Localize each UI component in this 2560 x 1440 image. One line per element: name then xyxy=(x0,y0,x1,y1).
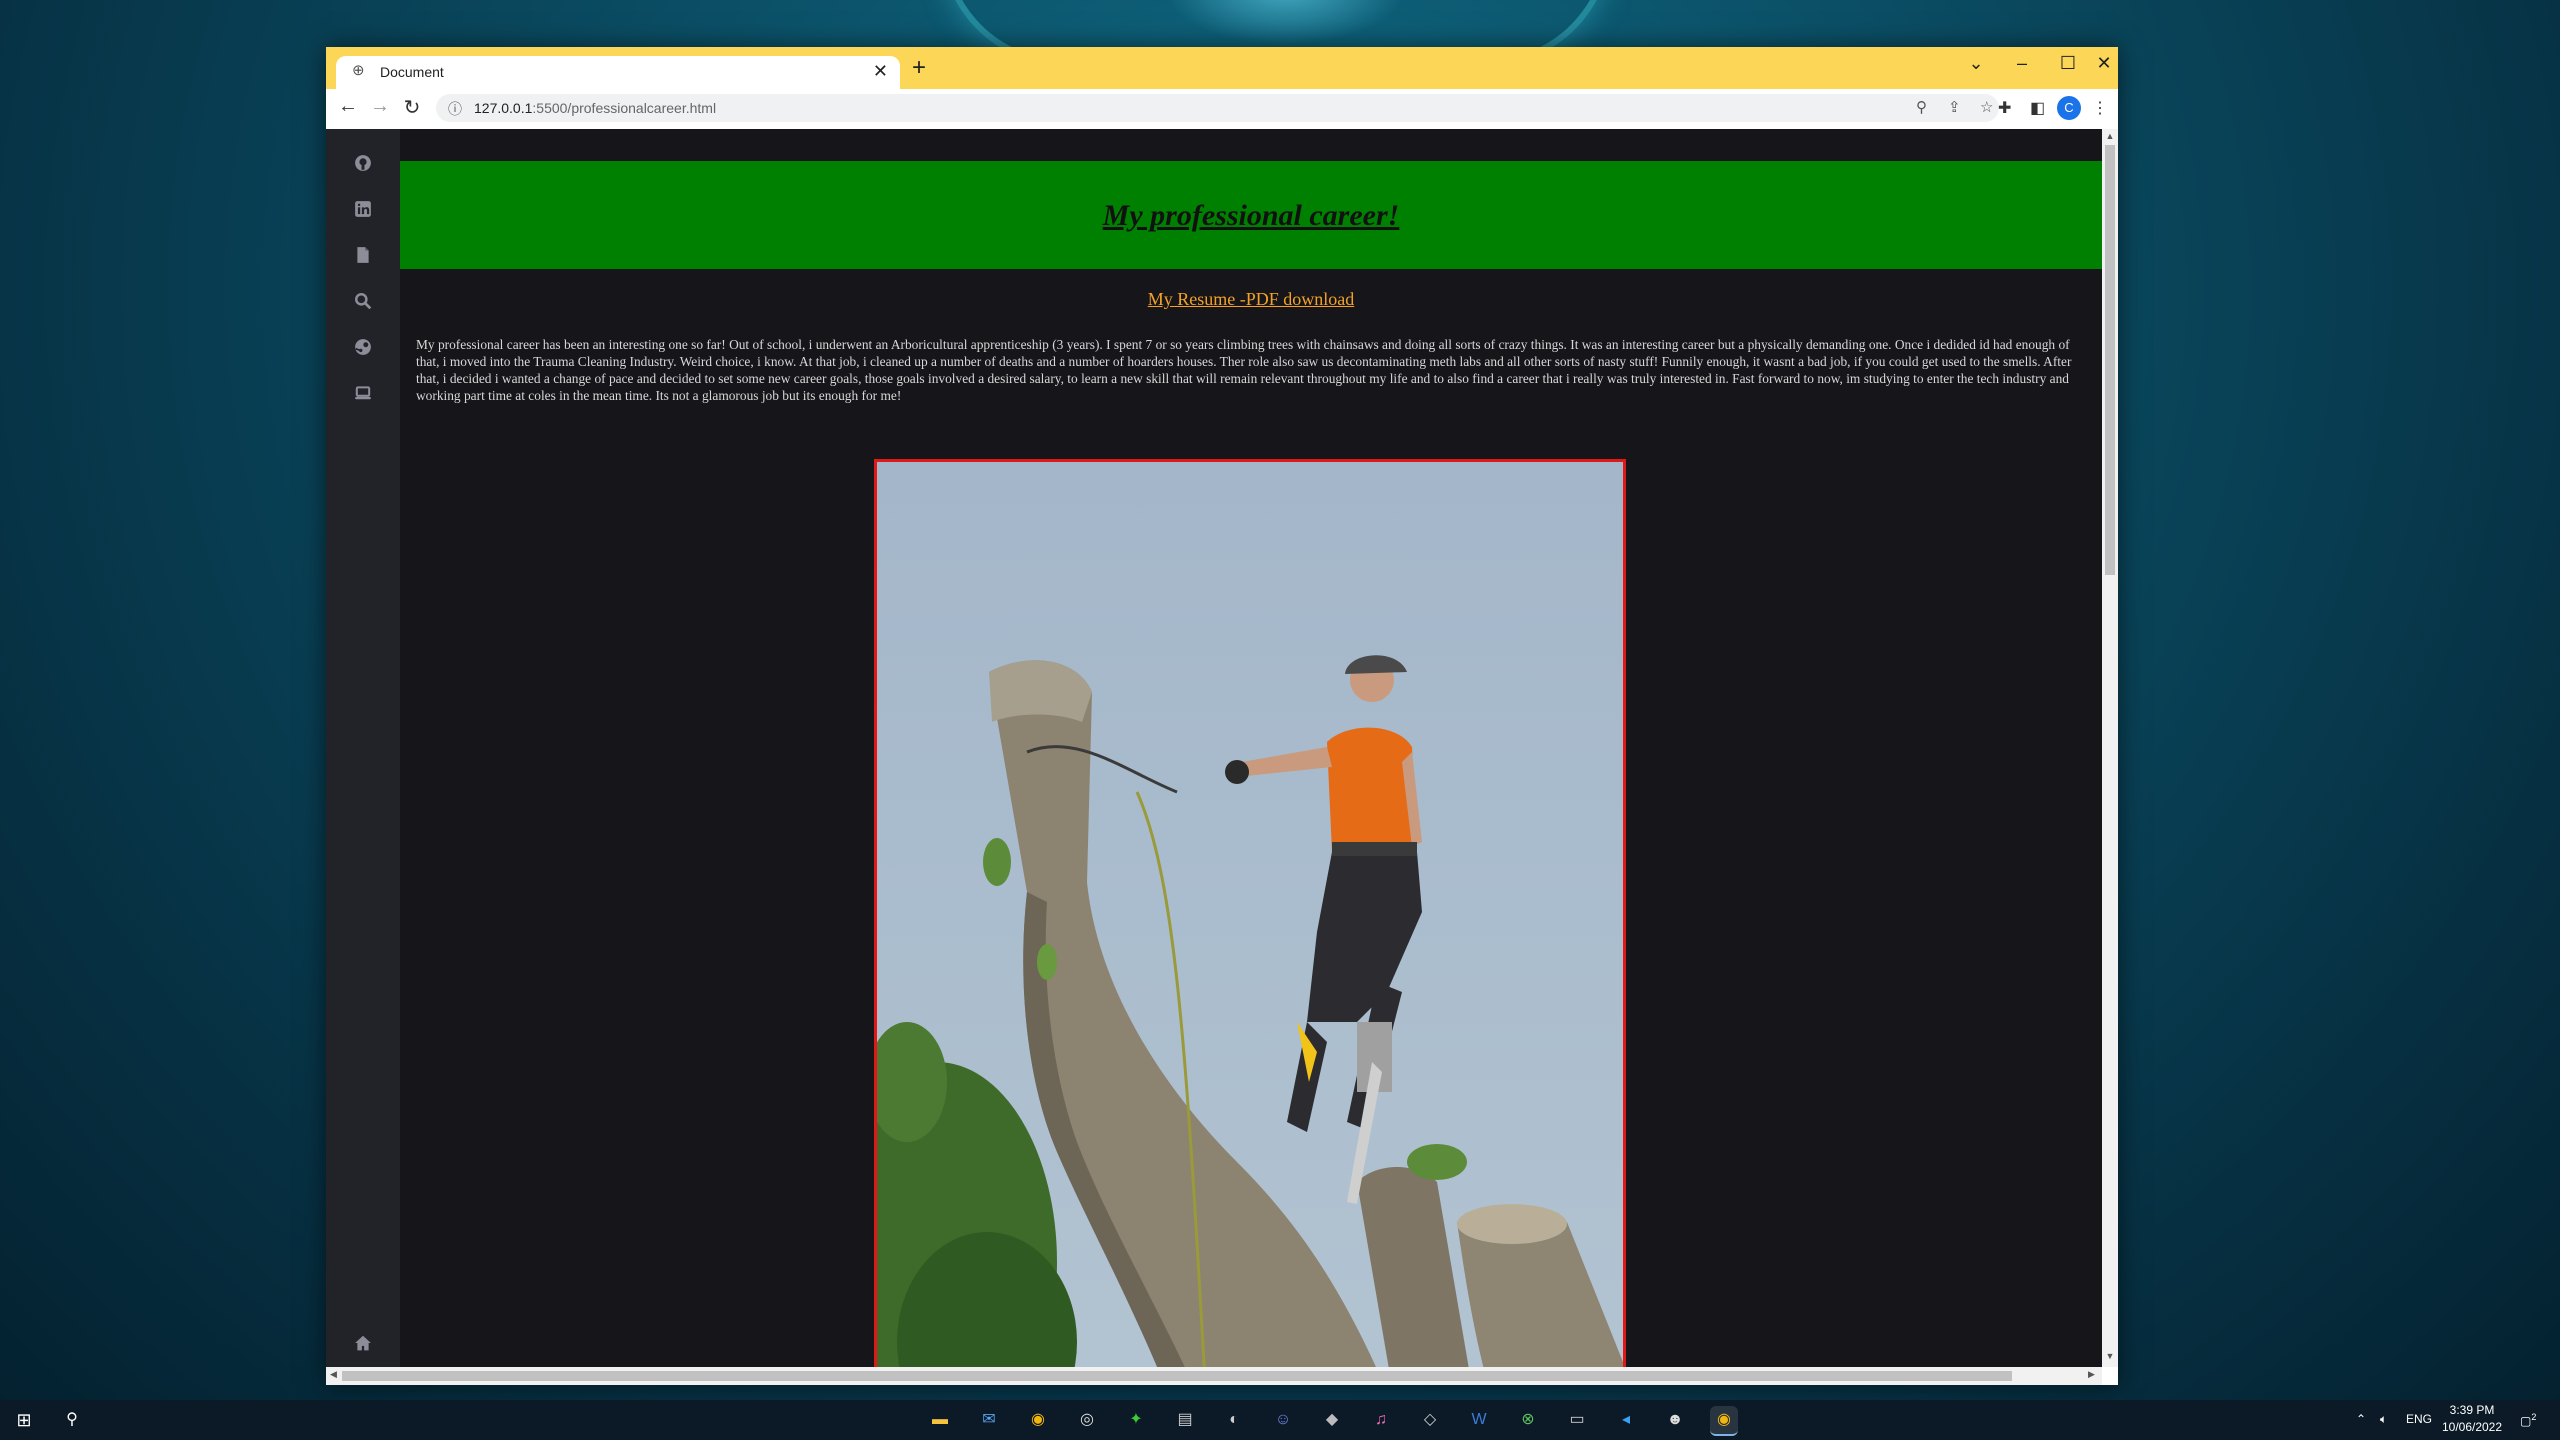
minimize-button[interactable]: – xyxy=(2002,53,2042,74)
page-content: My professional career! My Resume -PDF d… xyxy=(400,129,2102,1367)
arborist-photo xyxy=(874,459,1626,1367)
steam-icon[interactable] xyxy=(349,333,377,361)
ledger-icon[interactable]: ◇ xyxy=(1416,1406,1444,1434)
language-indicator[interactable]: ENG xyxy=(2406,1412,2432,1426)
maximize-button[interactable]: ☐ xyxy=(2048,53,2088,74)
page-title: My professional career! xyxy=(1102,199,1400,232)
volume-icon[interactable]: 🔈︎ xyxy=(2380,1412,2387,1427)
notification-center-icon[interactable]: ▢2 xyxy=(2520,1412,2536,1428)
extensions-icon[interactable]: ✚ xyxy=(1998,98,2011,118)
zoom-icon[interactable]: ⚲ xyxy=(1916,98,1927,116)
file-explorer-icon[interactable]: ▬ xyxy=(926,1406,954,1434)
search-icon[interactable] xyxy=(349,287,377,315)
scroll-down-icon[interactable]: ▼ xyxy=(2102,1351,2118,1361)
steam-taskbar-icon[interactable]: ◐ xyxy=(1220,1406,1248,1434)
close-window-button[interactable]: ✕ xyxy=(2094,53,2114,74)
emoji-app-icon[interactable]: ☻ xyxy=(1661,1406,1689,1434)
globe-icon: ⊕ xyxy=(352,62,365,79)
reload-button[interactable]: ↻ xyxy=(398,95,426,120)
profile-avatar[interactable]: C xyxy=(2057,96,2081,120)
xbox-icon[interactable]: ⊗ xyxy=(1514,1406,1542,1434)
wallpaper-glow xyxy=(1165,0,1405,45)
side-panel-icon[interactable]: ◧ xyxy=(2030,98,2045,118)
start-button[interactable]: ⊞ xyxy=(10,1406,38,1434)
forward-button[interactable]: → xyxy=(366,95,394,118)
sidebar xyxy=(326,129,400,1367)
page-viewport: My professional career! My Resume -PDF d… xyxy=(326,129,2102,1367)
close-tab-icon[interactable]: ✕ xyxy=(873,61,888,82)
tab-document[interactable]: ⊕ Document ✕ xyxy=(336,56,900,89)
tab-title: Document xyxy=(380,64,444,80)
new-tab-button[interactable]: + xyxy=(912,55,926,81)
resume-download-link[interactable]: My Resume -PDF download xyxy=(400,289,2102,310)
title-bar: ⊕ Document ✕ + ⌄ – ☐ ✕ xyxy=(326,47,2118,89)
notes-app-icon[interactable]: ◆ xyxy=(1318,1406,1346,1434)
media-app-icon[interactable]: ▤ xyxy=(1171,1406,1199,1434)
vertical-scrollbar[interactable]: ▲ ▼ xyxy=(2102,129,2118,1367)
menu-icon[interactable]: ⋮ xyxy=(2092,98,2108,118)
scroll-left-icon[interactable]: ◀ xyxy=(330,1369,337,1380)
linkedin-icon[interactable] xyxy=(349,195,377,223)
chrome-active-icon[interactable]: ◉ xyxy=(1710,1406,1738,1436)
chrome-canary-icon[interactable]: ◎ xyxy=(1073,1406,1101,1434)
horizontal-scroll-thumb[interactable] xyxy=(342,1371,2012,1381)
system-clock[interactable]: 3:39 PM 10/06/2022 xyxy=(2436,1402,2508,1436)
itunes-icon[interactable]: ♫ xyxy=(1367,1406,1395,1434)
share-icon[interactable]: ⇪ xyxy=(1948,98,1961,116)
clock-date: 10/06/2022 xyxy=(2441,1420,2503,1434)
github-icon[interactable] xyxy=(349,149,377,177)
horizontal-scrollbar[interactable]: ◀ ▶ xyxy=(326,1367,2102,1385)
tray-chevron-icon[interactable]: ⌃ xyxy=(2356,1412,2366,1426)
razer-icon[interactable]: ✦ xyxy=(1122,1406,1150,1434)
bookmark-star-icon[interactable]: ☆ xyxy=(1980,98,1993,116)
notification-count: 2 xyxy=(2531,1412,2537,1422)
career-bio: My professional career has been an inter… xyxy=(416,337,2072,404)
vertical-scroll-thumb[interactable] xyxy=(2105,145,2115,575)
back-button[interactable]: ← xyxy=(334,95,362,118)
clock-time: 3:39 PM xyxy=(2449,1403,2495,1417)
scroll-right-icon[interactable]: ▶ xyxy=(2088,1369,2095,1380)
site-info-icon[interactable]: ⓘ xyxy=(448,99,462,119)
address-bar[interactable]: ⓘ 127.0.0.1:5500/professionalcareer.html… xyxy=(436,94,1999,122)
browser-toolbar: ← → ↻ ⓘ 127.0.0.1:5500/professionalcaree… xyxy=(326,89,2118,130)
scroll-up-icon[interactable]: ▲ xyxy=(2102,131,2118,141)
tab-search-icon[interactable]: ⌄ xyxy=(1956,53,1996,74)
browser-window: ⊕ Document ✕ + ⌄ – ☐ ✕ ← → ↻ ⓘ 127.0.0.1… xyxy=(326,47,2118,1385)
search-icon[interactable]: ⚲ xyxy=(58,1406,86,1434)
windows-taskbar: ⊞ ⚲ ▬ ✉ ◉ ◎ ✦ ▤ ◐ ☺ ◆ ♫ ◇ W ⊗ ▭ ◂ ☻ ◉ ⌃ … xyxy=(0,1400,2560,1440)
document-icon[interactable] xyxy=(349,241,377,269)
discord-icon[interactable]: ☺ xyxy=(1269,1406,1297,1434)
url-text: 127.0.0.1:5500/professionalcareer.html xyxy=(474,100,717,116)
vscode-icon[interactable]: ◂ xyxy=(1612,1406,1640,1434)
header-banner: My professional career! xyxy=(400,161,2102,269)
mail-icon[interactable]: ✉ xyxy=(975,1406,1003,1434)
home-icon[interactable] xyxy=(349,1329,377,1357)
word-icon[interactable]: W xyxy=(1465,1406,1493,1434)
chrome-icon[interactable]: ◉ xyxy=(1024,1406,1052,1434)
terminal-icon[interactable]: ▭ xyxy=(1563,1406,1591,1434)
laptop-icon[interactable] xyxy=(349,379,377,407)
